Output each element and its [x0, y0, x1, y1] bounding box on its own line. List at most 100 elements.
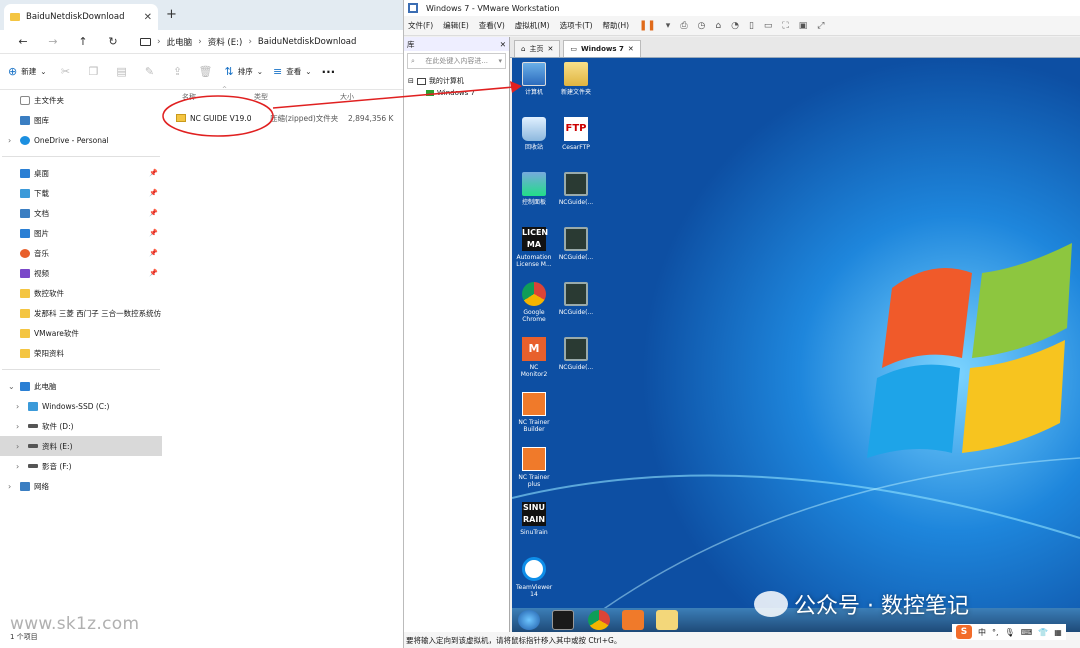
menu-file[interactable]: 文件(F) — [408, 20, 433, 31]
cut-icon[interactable]: ✂ — [57, 65, 75, 78]
sogou-logo-icon[interactable]: S — [956, 625, 972, 639]
view-button[interactable]: ≡ 查看 ⌄ — [273, 65, 312, 78]
up-arrow-icon[interactable]: ↑ — [68, 35, 98, 48]
breadcrumb-item[interactable]: 此电脑 — [167, 36, 193, 48]
menu-view[interactable]: 查看(V) — [479, 20, 505, 31]
more-options-icon[interactable]: ··· — [322, 65, 336, 79]
breadcrumb-item[interactable]: 资料 (E:) — [208, 36, 243, 48]
column-header-size[interactable]: 大小 — [340, 92, 400, 102]
breadcrumb-item[interactable]: BaiduNetdiskDownload — [258, 37, 356, 47]
nav-item-folder[interactable]: VMware软件 — [0, 323, 162, 343]
chevron-right-icon[interactable]: › — [8, 482, 20, 491]
refresh-icon[interactable]: ↻ — [98, 35, 128, 48]
tab-home[interactable]: ⌂ 主页 ✕ — [514, 40, 561, 57]
desktop-icon-nct[interactable]: NC Trainer plus — [516, 447, 552, 488]
nav-item-quick-access[interactable]: 视频 📌 — [0, 263, 162, 283]
desktop-icon-ctl[interactable]: 控制面板 — [516, 172, 552, 206]
menu-edit[interactable]: 编辑(E) — [443, 20, 469, 31]
desktop-icon-nc[interactable]: NCGuide(... — [558, 282, 594, 316]
desktop-icon-tv[interactable]: TeamViewer 14 — [516, 557, 552, 598]
microphone-icon[interactable]: 🎙 — [1005, 628, 1015, 637]
collapse-icon[interactable]: ⊟ — [408, 77, 414, 85]
nav-item-folder[interactable]: 荣阳资料 — [0, 343, 162, 363]
pause-icon[interactable]: ❚❚ — [639, 20, 656, 31]
chevron-right-icon[interactable]: › — [16, 422, 28, 431]
revert-snapshot-icon[interactable]: ⌂ — [715, 21, 721, 31]
nav-item-folder[interactable]: 数控软件 — [0, 283, 162, 303]
nav-item-quick-access[interactable]: 文档 📌 — [0, 203, 162, 223]
keyboard-icon[interactable]: ⌨ — [1021, 628, 1033, 637]
close-icon[interactable]: ✕ — [547, 45, 553, 53]
sort-button[interactable]: ⇅ 排序 ⌄ — [225, 65, 264, 78]
desktop-icon-comp[interactable]: 计算机 — [516, 62, 552, 96]
desktop-icon-ncm[interactable]: M NC Monitor2 — [516, 337, 552, 378]
snapshot-icon[interactable]: ◷ — [698, 21, 706, 31]
nav-item-quick-access[interactable]: 图片 📌 — [0, 223, 162, 243]
desktop-icon-nc[interactable]: NCGuide(... — [558, 172, 594, 206]
copy-icon[interactable]: ❐ — [85, 65, 103, 78]
delete-icon[interactable]: 🗑 — [197, 65, 215, 78]
nav-item-quick-access[interactable]: 下载 📌 — [0, 183, 162, 203]
toolbox-icon[interactable]: ▦ — [1054, 628, 1062, 637]
start-button-icon[interactable] — [518, 610, 540, 630]
snapshot-manager-icon[interactable]: ◔ — [731, 21, 739, 31]
chevron-down-icon[interactable]: ▾ — [498, 57, 502, 65]
tab-windows7[interactable]: ▭ Windows 7 ✕ — [563, 40, 641, 57]
nc-trainer-icon[interactable] — [622, 610, 644, 630]
nav-item-onedrive[interactable]: › OneDrive - Personal — [0, 130, 162, 150]
nav-item-drive[interactable]: › 资料 (E:) — [0, 436, 162, 456]
tree-item-my-computer[interactable]: ⊟ 我的计算机 — [408, 75, 505, 87]
nav-item-drive[interactable]: › 软件 (D:) — [0, 416, 162, 436]
chevron-right-icon[interactable]: › — [16, 442, 28, 451]
desktop-icon-lic[interactable]: LICEN MA Automation License M... — [516, 227, 552, 268]
desktop-icon-chr[interactable]: Google Chrome — [516, 282, 552, 323]
chevron-down-icon[interactable]: ⌄ — [8, 382, 20, 391]
nav-item-this-pc[interactable]: ⌄ 此电脑 — [0, 376, 162, 396]
chevron-right-icon[interactable]: › — [8, 136, 20, 145]
close-icon[interactable]: ✕ — [144, 12, 152, 23]
desktop-icon-bin[interactable]: 回收站 — [516, 117, 552, 151]
nav-item-quick-access[interactable]: 音乐 📌 — [0, 243, 162, 263]
close-icon[interactable]: ✕ — [500, 40, 506, 49]
column-header-name[interactable]: 名称 — [162, 92, 254, 102]
close-icon[interactable]: ✕ — [628, 45, 634, 53]
library-view-icon[interactable]: ▯ — [749, 21, 754, 31]
desktop-icon-sin[interactable]: SINU RAIN SinuTrain — [516, 502, 552, 536]
chevron-right-icon[interactable]: › — [16, 462, 28, 471]
back-arrow-icon[interactable]: ← — [8, 35, 38, 48]
explorer-tab[interactable]: BaiduNetdiskDownload ✕ — [4, 4, 158, 30]
ime-mode[interactable]: 中 — [978, 627, 986, 638]
breadcrumb[interactable]: › 此电脑 › 资料 (E:) › BaiduNetdiskDownload — [140, 32, 395, 52]
desktop-icon-nc[interactable]: NCGuide(... — [558, 337, 594, 371]
chrome-icon[interactable] — [588, 610, 610, 630]
nav-item-quick-access[interactable]: 桌面 📌 — [0, 163, 162, 183]
stretch-icon[interactable]: ⤢ — [817, 21, 824, 31]
nav-item-drive[interactable]: › Windows-SSD (C:) — [0, 396, 162, 416]
desktop-icon-nct[interactable]: NC Trainer Builder — [516, 392, 552, 433]
thumbnail-view-icon[interactable]: ▭ — [764, 21, 773, 31]
nav-item-network[interactable]: › 网络 — [0, 476, 162, 496]
nav-item-drive[interactable]: › 影音 (F:) — [0, 456, 162, 476]
skin-icon[interactable]: 👕 — [1038, 628, 1048, 637]
punctuation-icon[interactable]: °, — [992, 628, 999, 637]
guest-desktop[interactable]: 计算机 新建文件夹 回收站 FTP CesarFTP 控制面板 NCGuide(... LIC… — [512, 58, 1080, 632]
desktop-icon-ftp[interactable]: FTP CesarFTP — [558, 117, 594, 151]
rename-icon[interactable]: ✎ — [141, 65, 159, 78]
column-header-type[interactable]: 类型 — [254, 92, 340, 102]
file-row[interactable]: NC GUIDE V19.0 压缩(zipped)文件夹 2,894,356 K — [162, 108, 403, 128]
paste-icon[interactable]: ▤ — [113, 65, 131, 78]
menu-tabs[interactable]: 选项卡(T) — [560, 20, 593, 31]
forward-arrow-icon[interactable]: → — [38, 35, 68, 48]
console-view-icon[interactable]: ▣ — [799, 21, 808, 31]
send-keys-icon[interactable]: ⎙ — [680, 21, 687, 31]
desktop-icon-nc[interactable]: NCGuide(... — [558, 227, 594, 261]
new-button[interactable]: ⊕ 新建 ⌄ — [8, 65, 47, 78]
menu-help[interactable]: 帮助(H) — [603, 20, 630, 31]
tree-item-windows7[interactable]: Windows 7 — [408, 87, 505, 99]
desktop-icon-fold[interactable]: 新建文件夹 — [558, 62, 594, 96]
new-tab-button[interactable]: + — [166, 7, 177, 22]
nav-item-gallery[interactable]: 图库 — [0, 110, 162, 130]
nav-item-home[interactable]: 主文件夹 — [0, 90, 162, 110]
explorer-icon[interactable] — [656, 610, 678, 630]
chevron-down-icon[interactable]: ▾ — [666, 21, 671, 31]
